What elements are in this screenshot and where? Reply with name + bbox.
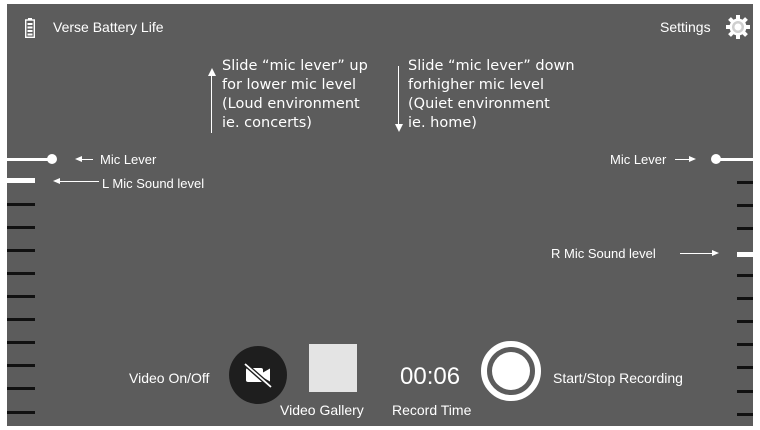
video-toggle-label: Video On/Off [129,370,210,386]
left-lever-pointer-head [75,156,82,162]
down-instruction: Slide “mic lever” down forhigher mic lev… [408,57,575,133]
down-arrow-icon [395,124,403,132]
right-lever-pointer-head [689,155,696,162]
right-meter-tick [737,320,753,323]
left-mic-lever-label: Mic Lever [100,152,157,167]
down-note-line3: (Quiet environment [408,96,550,112]
down-arrow-line [398,66,399,124]
up-arrow-line [211,76,212,133]
record-button[interactable] [481,341,541,401]
left-meter-tick [7,295,35,298]
left-meter-tick [7,411,35,414]
left-sound-level-bar [7,178,35,183]
left-meter-tick [7,272,35,275]
right-meter-tick [737,366,753,369]
record-button-inner [492,352,530,390]
video-off-icon [243,362,273,389]
record-time-label: Record Time [392,402,472,418]
battery-icon [24,18,36,38]
left-meter-tick [7,226,35,229]
right-level-pointer [680,253,712,254]
right-sound-level-label: R Mic Sound level [551,246,656,261]
up-note-line2: for lower mic level [222,77,357,93]
left-meter-tick [7,203,35,206]
right-sound-level-bar [737,252,753,257]
right-mic-lever-label: Mic Lever [610,152,667,167]
right-meter-tick [737,390,753,393]
record-label: Start/Stop Recording [553,370,683,386]
right-meter-tick [737,343,753,346]
up-note-line3: (Loud environment [222,96,360,112]
left-sound-level-label: L Mic Sound level [102,176,205,191]
up-note-line4: ie. concerts) [222,115,312,131]
right-mic-lever-track [717,158,753,161]
video-gallery-thumbnail[interactable] [309,344,357,392]
left-mic-lever-knob[interactable] [47,154,57,164]
video-toggle-button[interactable] [229,346,287,404]
left-meter-tick [7,364,35,367]
record-time: 00:06 [400,363,461,390]
down-note-line1: Slide “mic lever” down [408,58,575,74]
down-note-line4: ie. home) [408,115,477,131]
right-meter-tick [737,204,753,207]
up-arrow-icon [208,68,216,76]
camera-screen: Verse Battery Life Settings Slide “mic l… [7,4,753,426]
right-meter-tick [737,297,753,300]
right-meter-tick [737,274,753,277]
left-meter-tick [7,387,35,390]
left-level-pointer [57,181,99,182]
left-meter-tick [7,341,35,344]
left-meter-tick [7,249,35,252]
right-meter-tick [737,413,753,416]
up-instruction: Slide “mic lever” up for lower mic level… [222,57,368,133]
settings-label[interactable]: Settings [660,19,711,35]
right-meter-tick [737,181,753,184]
left-level-pointer-head [53,177,60,184]
gear-icon[interactable] [725,14,751,40]
right-meter-tick [737,227,753,230]
video-gallery-label: Video Gallery [280,402,364,418]
up-note-line1: Slide “mic lever” up [222,58,368,74]
right-level-pointer-head [712,249,719,256]
left-mic-lever-track [7,158,51,161]
right-lever-pointer [675,159,689,160]
left-meter-tick [7,318,35,321]
battery-life-label: Verse Battery Life [53,19,164,35]
down-note-line2: forhigher mic level [408,77,545,93]
